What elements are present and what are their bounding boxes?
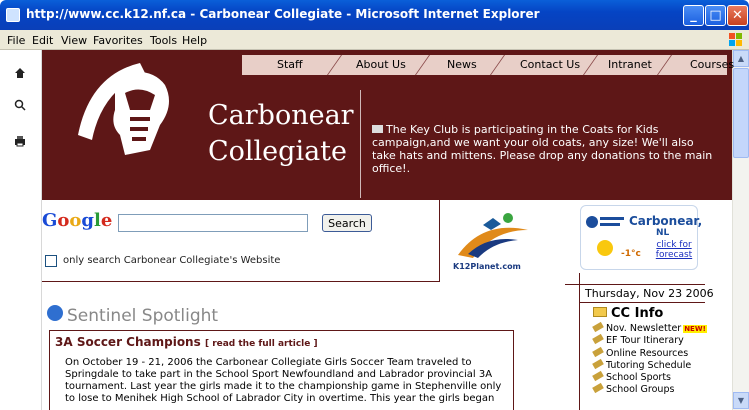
read-more-link[interactable]: [ read the full article ] [205, 339, 318, 349]
article-headline: 3A Soccer Champions [ read the full arti… [55, 335, 318, 349]
spotlight-title: Sentinel Spotlight [67, 306, 219, 326]
main-nav: Staff About Us News Contact Us Intranet … [242, 55, 734, 75]
new-badge: NEW! [683, 325, 707, 333]
window-titlebar: http://www.cc.k12.nf.ca - Carbonear Coll… [0, 0, 749, 30]
article-line: to lose to Menihek High School of Labrad… [65, 393, 495, 404]
cc-info-heading: CC Info [593, 306, 663, 321]
sidebar-link-tutoring[interactable]: Tutoring Schedule [592, 358, 707, 372]
sun-cloud-icon [597, 240, 613, 256]
sidebar-link-online-resources[interactable]: Online Resources [592, 346, 707, 360]
scroll-up-icon[interactable]: ▲ [733, 50, 749, 67]
minimize-button[interactable]: _ [683, 5, 704, 26]
menu-bar: File Edit View Favorites Tools Help [0, 30, 749, 50]
weather-city: Carbonear, [629, 214, 703, 228]
pencil-icon [592, 334, 604, 345]
sidebar-rule-top [565, 284, 705, 285]
site-header: Staff About Us News Contact Us Intranet … [42, 50, 734, 200]
site-name-line1: Carbonear [208, 100, 354, 131]
google-search-box: Google Search only search Carbonear Coll… [42, 200, 440, 282]
nav-intranet[interactable]: Intranet [608, 58, 652, 71]
nav-courses[interactable]: Courses [690, 58, 734, 71]
envelope-icon [372, 125, 383, 133]
weather-province: NL [656, 228, 670, 238]
windows-logo-icon [724, 31, 746, 49]
article-body: On October 19 - 21, 2006 the Carbonear C… [65, 357, 505, 405]
sidebar-link-sports[interactable]: School Sports [592, 371, 707, 384]
article-title: 3A Soccer Champions [55, 335, 201, 349]
site-name-line2: Collegiate [208, 136, 348, 167]
pencil-icon [592, 371, 604, 382]
sidebar-divider [579, 273, 580, 410]
header-divider [360, 90, 361, 198]
folder-icon [593, 307, 607, 317]
nav-news[interactable]: News [447, 58, 477, 71]
spotlight-article: 3A Soccer Champions [ read the full arti… [49, 330, 514, 410]
link-label[interactable]: School Groups [606, 384, 674, 395]
cc-info-links: Nov. Newsletter NEW! EF Tour Itinerary On… [592, 321, 707, 397]
weather-temp: -1°c [621, 249, 641, 259]
weather-widget[interactable]: Carbonear, NL -1°c click for forecast [580, 205, 702, 270]
sidebar-link-ef-tour[interactable]: EF Tour Itinerary [592, 334, 707, 347]
sidebar-rule-date [580, 302, 705, 303]
left-toolbar [0, 50, 42, 410]
pencil-icon [592, 358, 604, 369]
link-label[interactable]: Online Resources [606, 348, 688, 359]
close-button[interactable]: ✕ [727, 5, 748, 26]
menu-edit[interactable]: Edit [32, 34, 53, 47]
forecast-link[interactable]: click for forecast [654, 240, 694, 260]
announcement: The Key Club is participating in the Coa… [372, 123, 717, 175]
print-icon[interactable] [12, 134, 28, 150]
window-title: http://www.cc.k12.nf.ca - Carbonear Coll… [26, 7, 540, 21]
menu-tools[interactable]: Tools [150, 34, 177, 47]
vertical-scrollbar[interactable]: ▲ ▼ [732, 50, 749, 410]
link-label[interactable]: Nov. Newsletter [606, 323, 681, 334]
menu-file[interactable]: File [7, 34, 25, 47]
link-label[interactable]: Tutoring Schedule [606, 360, 691, 371]
home-icon[interactable] [12, 66, 28, 82]
menu-favorites[interactable]: Favorites [93, 34, 143, 47]
site-only-label: only search Carbonear Collegiate's Websi… [63, 255, 281, 266]
pencil-icon [592, 346, 604, 357]
link-label[interactable]: EF Tour Itinerary [606, 335, 684, 346]
article-line: tournament. Last year the girls made it … [65, 381, 502, 392]
sidebar-link-groups[interactable]: School Groups [592, 383, 707, 396]
pencil-icon [592, 383, 604, 394]
nav-about-us[interactable]: About Us [356, 58, 406, 71]
nav-staff[interactable]: Staff [277, 58, 303, 71]
search-input[interactable] [118, 214, 308, 232]
site-only-checkbox[interactable] [45, 255, 57, 267]
google-logo: Google [42, 210, 113, 231]
k12planet-link[interactable]: K12Planet.com [453, 210, 533, 275]
search-icon[interactable] [12, 98, 28, 114]
k12planet-label: K12Planet.com [453, 262, 521, 271]
ie-icon [6, 8, 20, 22]
sentinels-logo[interactable] [70, 55, 190, 170]
current-date: Thursday, Nov 23 2006 [585, 287, 714, 300]
article-line: On October 19 - 21, 2006 the Carbonear C… [65, 357, 472, 368]
maximize-button[interactable]: □ [705, 5, 726, 26]
scroll-thumb[interactable] [733, 68, 749, 158]
announcement-text: The Key Club is participating in the Coa… [372, 123, 713, 175]
site-name: Carbonear Collegiate [208, 98, 354, 170]
article-line: Springdale to take part in the School Sp… [65, 369, 493, 380]
menu-view[interactable]: View [61, 34, 87, 47]
link-label[interactable]: School Sports [606, 372, 671, 383]
nav-contact-us[interactable]: Contact Us [520, 58, 580, 71]
spotlight-icon [47, 305, 63, 321]
pencil-icon [592, 321, 604, 333]
menu-help[interactable]: Help [182, 34, 207, 47]
weather-network-logo [586, 214, 626, 230]
search-button[interactable]: Search [322, 214, 372, 232]
sidebar-link-newsletter[interactable]: Nov. Newsletter NEW! [592, 321, 707, 335]
read-more-label[interactable]: read the full article [212, 339, 310, 349]
scroll-down-icon[interactable]: ▼ [733, 392, 749, 409]
cc-info-title: CC Info [611, 306, 664, 321]
